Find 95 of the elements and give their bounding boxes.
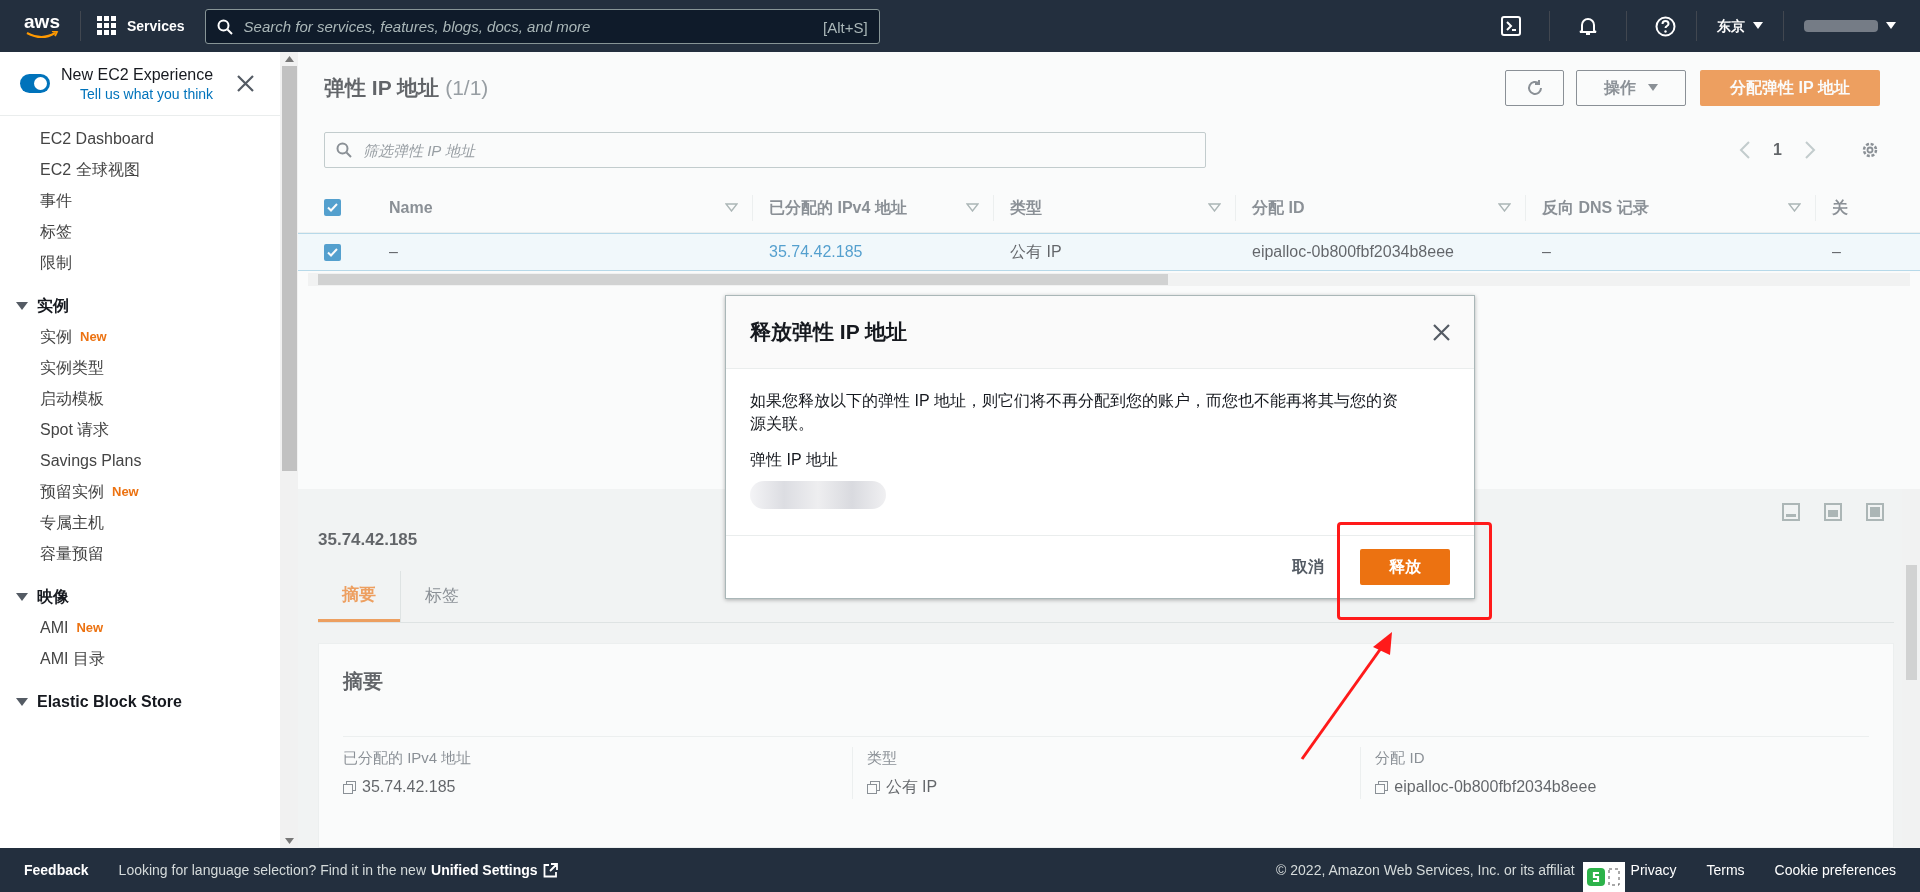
cancel-button[interactable]: 取消: [1292, 555, 1324, 579]
dialog-message: 如果您释放以下的弹性 IP 地址，则它们将不再分配到您的账户，而您也不能再将其与您的资源关联。: [750, 391, 1399, 434]
new-label: New: [112, 482, 139, 501]
item-count: (1/1): [445, 75, 489, 102]
field-label: 已分配的 IPv4 地址: [343, 747, 472, 768]
shortcut-hint: [Alt+S]: [823, 17, 868, 38]
table-cell: –: [1832, 243, 1841, 260]
field-label: 类型: [866, 747, 897, 768]
field-value: 35.74.42.185: [362, 777, 456, 797]
panel-title: 弹性 IP 地址: [324, 75, 440, 102]
check-icon: [327, 247, 338, 257]
refresh-button[interactable]: [1505, 70, 1564, 106]
feedback-link[interactable]: Feedback: [24, 859, 89, 881]
caret-icon: [1886, 22, 1896, 30]
language-note: Looking for language selection? Find it in the new: [118, 860, 427, 880]
grid-icon: [97, 16, 117, 36]
sidebar-item[interactable]: 限制: [40, 250, 72, 275]
toggle-label: New EC2 Experience: [61, 64, 214, 85]
table-cell: –: [389, 243, 398, 260]
terminal-icon[interactable]: [1501, 16, 1521, 36]
sidebar-item[interactable]: 实例类型: [40, 355, 104, 380]
field-label: 分配 ID: [1375, 747, 1425, 768]
panel-full-icon[interactable]: [1866, 503, 1884, 521]
card-title: 摘要: [343, 669, 383, 692]
table-cell: –: [1542, 243, 1551, 260]
next-page-icon[interactable]: [1804, 140, 1816, 160]
bell-icon[interactable]: [1578, 16, 1598, 36]
toggle-switch[interactable]: [20, 74, 50, 93]
details-title: 35.74.42.185: [318, 529, 418, 551]
sidebar-item[interactable]: EC2 Dashboard: [40, 126, 154, 151]
copy-icon[interactable]: [1375, 780, 1389, 794]
sidebar-item[interactable]: 容量预留: [40, 541, 104, 566]
caret-icon: [16, 696, 28, 707]
footer-link[interactable]: Cookie preferences: [1774, 859, 1896, 881]
field-value: eipalloc-0b800fbf2034b8eee: [1394, 777, 1597, 797]
sidebar-item[interactable]: 标签: [40, 219, 72, 244]
dialog-title: 释放弹性 IP 地址: [750, 319, 908, 346]
caret-icon: [16, 591, 28, 602]
panel-middle-icon[interactable]: [1824, 503, 1842, 521]
sidebar-item[interactable]: AMI 目录: [40, 646, 105, 671]
search-icon: [336, 142, 352, 158]
sidebar-item[interactable]: 预留实例: [40, 479, 104, 504]
help-icon[interactable]: [1655, 15, 1676, 37]
sort-icon[interactable]: [1208, 203, 1221, 212]
sidebar-item[interactable]: Spot 请求: [40, 417, 110, 442]
new-label: New: [76, 618, 104, 637]
external-link-icon: [542, 862, 558, 878]
field-value: 公有 IP: [885, 777, 938, 797]
table-row[interactable]: – 35.74.42.185 公有 IP eipalloc-0b800fbf2034b8eee – –: [298, 233, 1920, 271]
sidebar-item[interactable]: Savings Plans: [40, 448, 142, 473]
search-icon: [216, 18, 233, 35]
feedback-link[interactable]: Tell us what you think: [80, 84, 214, 103]
footer-link[interactable]: Terms: [1706, 859, 1745, 881]
copy-icon[interactable]: [343, 780, 356, 794]
sidebar-item[interactable]: AMI: [40, 615, 69, 640]
region-menu[interactable]: 东京: [1717, 15, 1763, 37]
caret-icon: [1753, 22, 1763, 30]
copyright: © 2022, Amazon Web Services, Inc. or its affiliat: [1276, 860, 1575, 880]
sidebar-item[interactable]: EC2 全球视图: [40, 157, 140, 182]
sort-icon[interactable]: [1498, 203, 1511, 212]
new-label: New: [80, 327, 107, 346]
caret-icon: [16, 300, 28, 311]
close-icon[interactable]: [237, 75, 254, 92]
close-icon[interactable]: [1433, 323, 1450, 341]
section-header[interactable]: 实例: [0, 290, 69, 321]
checkbox[interactable]: [324, 243, 341, 261]
sidebar-item[interactable]: 启动模板: [40, 386, 104, 411]
section-header[interactable]: Elastic Block Store: [0, 686, 182, 717]
scroll-down-icon[interactable]: [284, 838, 294, 844]
previous-page-icon[interactable]: [1739, 140, 1752, 160]
sort-icon[interactable]: [966, 203, 979, 212]
sort-icon[interactable]: [725, 203, 738, 212]
copy-icon[interactable]: [866, 780, 880, 794]
sidebar-item[interactable]: 专属主机: [40, 510, 104, 535]
table-cell: eipalloc-0b800fbf2034b8eee: [1252, 243, 1454, 260]
aws-logo[interactable]: aws: [20, 13, 64, 39]
page-number[interactable]: 1: [1773, 138, 1782, 162]
scroll-up-icon[interactable]: [284, 56, 294, 62]
sidebar-item[interactable]: 实例: [40, 324, 72, 349]
unified-settings-link[interactable]: Unified Settings: [431, 859, 558, 881]
check-icon: [327, 203, 338, 212]
checkbox[interactable]: [324, 199, 341, 216]
services-button[interactable]: Services: [97, 15, 185, 37]
panel-bottom-icon[interactable]: [1782, 503, 1800, 521]
footer-link[interactable]: Privacy: [1630, 859, 1677, 881]
filter-field[interactable]: 筛选弹性 IP 地址: [324, 132, 1206, 168]
sort-icon[interactable]: [1788, 203, 1801, 212]
ime-toolbar-icon[interactable]: [1582, 862, 1625, 892]
section-header[interactable]: 映像: [0, 581, 69, 612]
horizontal-scrollbar[interactable]: [308, 273, 1910, 286]
settings-icon[interactable]: [1860, 140, 1880, 160]
caret-icon: [1648, 84, 1658, 92]
sidebar-item[interactable]: 事件: [40, 188, 72, 213]
field-label: 弹性 IP 地址: [750, 450, 839, 470]
table-cell: 公有 IP: [1010, 243, 1062, 260]
